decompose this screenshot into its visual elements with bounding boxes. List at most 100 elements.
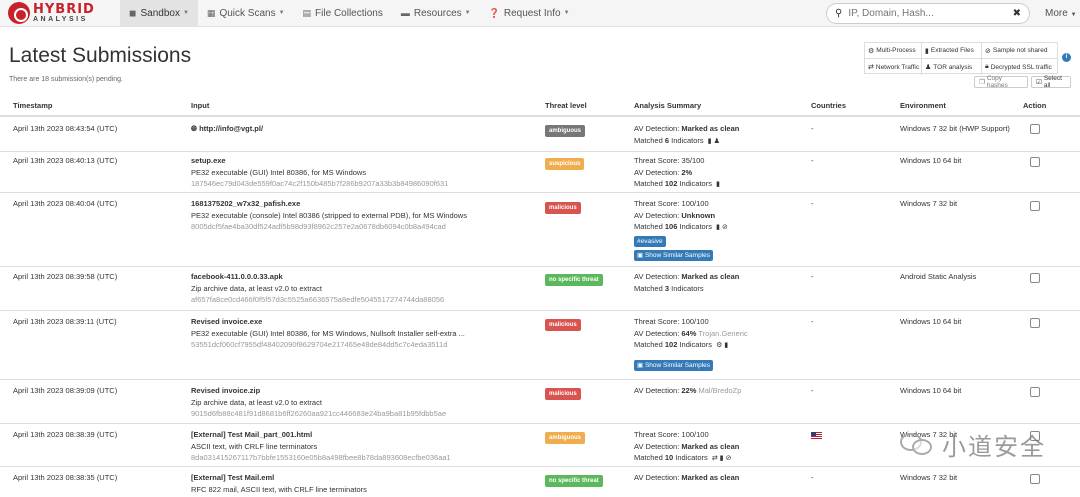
clear-icon[interactable]: ✖ bbox=[1013, 8, 1021, 19]
threat-score: Threat Score: 100/100 bbox=[634, 430, 709, 439]
row-timestamp: April 13th 2023 08:38:39 (UTC) bbox=[13, 430, 118, 439]
show-similar-label: Show Similar Samples bbox=[644, 361, 710, 369]
file-name: facebook-411.0.0.0.33.apk bbox=[191, 272, 283, 281]
row-input[interactable]: setup.exe PE32 executable (GUI) Intel 80… bbox=[191, 155, 448, 190]
summary-text: Indicators bbox=[669, 135, 704, 145]
row-input[interactable]: [External] Test Mail.eml RFC 822 mail, A… bbox=[191, 472, 367, 495]
file-description: RFC 822 mail, ASCII text, with CRLF line… bbox=[191, 484, 367, 494]
search-input[interactable] bbox=[848, 8, 999, 19]
row-environment: Android Static Analysis bbox=[900, 272, 977, 281]
summary-text: Indicators bbox=[673, 453, 708, 462]
row-input-name[interactable]: 🌐︎ http://info@vgt.pl/ bbox=[191, 123, 263, 135]
row-select-checkbox[interactable] bbox=[1030, 157, 1040, 167]
table-row: April 13th 2023 08:43:54 (UTC) 🌐︎ http:/… bbox=[0, 117, 1080, 152]
analysis-summary: AV Detection: Marked as clean bbox=[634, 472, 739, 484]
nav-quick-scans[interactable]: ▦ Quick Scans ▼ bbox=[198, 0, 294, 27]
file-hash: 53551dcf060cf7955df48402090f8629704e2174… bbox=[191, 340, 448, 349]
analysis-summary: AV Detection: 22% Mal/BredoZp bbox=[634, 385, 741, 397]
row-input[interactable]: Revised invoice.exe PE32 executable (GUI… bbox=[191, 316, 465, 351]
threat-badge: no specific threat bbox=[545, 273, 603, 286]
threat-label: malicious bbox=[545, 388, 581, 400]
analysis-summary: Threat Score: 100/100 AV Detection: 64% … bbox=[634, 316, 748, 371]
row-select-checkbox[interactable] bbox=[1030, 474, 1040, 484]
analysis-summary: AV Detection: Marked as clean Matched 6 … bbox=[634, 123, 739, 147]
exchange-icon: ⇄ bbox=[711, 455, 718, 462]
file-name: Revised invoice.exe bbox=[191, 317, 263, 326]
row-select-checkbox[interactable] bbox=[1030, 387, 1040, 397]
copy-hashes-button[interactable]: ❐ Copy hashes bbox=[974, 75, 1028, 89]
threat-badge: malicious bbox=[545, 318, 581, 331]
eye-slash-icon: ⊘ bbox=[725, 455, 732, 462]
row-url: http://info@vgt.pl/ bbox=[199, 124, 264, 133]
select-all-button[interactable]: ☑ Select all bbox=[1031, 75, 1071, 89]
nav-resources[interactable]: ▬ Resources ▼ bbox=[392, 0, 480, 27]
row-timestamp: April 13th 2023 08:39:11 (UTC) bbox=[13, 317, 117, 326]
summary-text: AV Detection: bbox=[634, 328, 682, 338]
multi-process-icon: ⚙ bbox=[716, 342, 723, 349]
logo-mark-icon bbox=[8, 2, 30, 24]
summary-text: AV Detection: bbox=[634, 124, 682, 133]
analysis-summary: Threat Score: 100/100 AV Detection: Unkn… bbox=[634, 198, 728, 261]
summary-text: AV Detection: bbox=[634, 386, 682, 395]
row-select-checkbox[interactable] bbox=[1030, 201, 1040, 211]
globe-icon: 🌐︎ bbox=[191, 124, 197, 133]
quick-scan-icon: ▦ bbox=[206, 7, 216, 18]
threat-badge: ambiguous bbox=[545, 124, 586, 137]
nav-file-collections[interactable]: ▤ File Collections bbox=[294, 0, 392, 27]
av-detection-value: 2% bbox=[681, 167, 693, 177]
caret-down-icon: ▼ bbox=[182, 10, 189, 16]
summary-text: Matched bbox=[634, 283, 665, 293]
file-description: Zip archive data, at least v2.0 to extra… bbox=[191, 283, 322, 293]
icon-legend: ⚙ Multi-Process ▮ Extracted Files ⊘ Sample … bbox=[864, 42, 1058, 75]
show-similar-samples-button[interactable]: ▣ Show Similar Samples bbox=[634, 359, 713, 371]
row-input[interactable]: [External] Test Mail_part_001.html ASCII… bbox=[191, 429, 451, 464]
col-threat-level: Threat level bbox=[545, 101, 587, 110]
threat-score: Threat Score: 35/100 bbox=[634, 156, 705, 165]
row-select-checkbox[interactable] bbox=[1030, 124, 1040, 134]
summary-text: AV Detection: bbox=[634, 441, 682, 451]
file-name: setup.exe bbox=[191, 156, 226, 165]
row-select-checkbox[interactable] bbox=[1030, 318, 1040, 328]
row-input[interactable]: facebook-411.0.0.0.33.apk Zip archive da… bbox=[191, 271, 444, 306]
question-icon: ❓ bbox=[488, 7, 500, 18]
file-icon: ▤ bbox=[302, 7, 312, 18]
more-menu[interactable]: More ▼ bbox=[1045, 8, 1077, 19]
av-detection-value: Unknown bbox=[681, 210, 716, 220]
col-input: Input bbox=[191, 101, 210, 110]
file-description: PE32 executable (GUI) Intel 80386, for M… bbox=[191, 167, 367, 177]
nav-sandbox[interactable]: ◼ Sandbox ▼ bbox=[120, 0, 198, 27]
nav-label: Resources bbox=[413, 7, 462, 19]
top-navbar: HYBRID ANALYSIS ◼ Sandbox ▼ ▦ Quick Scan… bbox=[0, 0, 1080, 27]
copy-hashes-label: Copy hashes bbox=[986, 75, 1008, 89]
file-name: [External] Test Mail_part_001.html bbox=[191, 430, 313, 439]
legend-label: Decrypted SSL traffic bbox=[990, 63, 1052, 71]
file-description: Zip archive data, at least v2.0 to extra… bbox=[191, 397, 322, 407]
row-timestamp: April 13th 2023 08:38:35 (UTC) bbox=[13, 473, 118, 482]
logo-line-1: HYBRID bbox=[33, 2, 95, 17]
av-family: Mal/BredoZp bbox=[696, 386, 742, 395]
row-environment: Windows 10 64 bit bbox=[900, 386, 962, 395]
indicator-count: 102 bbox=[664, 340, 678, 349]
row-select-checkbox[interactable] bbox=[1030, 273, 1040, 283]
wechat-icon bbox=[900, 431, 934, 457]
hybrid-analysis-logo[interactable]: HYBRID ANALYSIS bbox=[8, 2, 112, 24]
show-similar-samples-button[interactable]: ▣ Show Similar Samples bbox=[634, 249, 713, 261]
caret-down-icon: ▼ bbox=[278, 10, 285, 16]
table-row: April 13th 2023 08:40:04 (UTC) 168137520… bbox=[0, 193, 1080, 267]
summary-text: Matched bbox=[634, 453, 665, 462]
analysis-summary: Threat Score: 35/100 AV Detection: 2% Ma… bbox=[634, 155, 720, 191]
table-row: April 13th 2023 08:39:11 (UTC) Revised i… bbox=[0, 311, 1080, 380]
row-input[interactable]: 1681375202_w7x32_pafish.exe PE32 executa… bbox=[191, 198, 467, 233]
row-environment: Windows 10 64 bit bbox=[900, 317, 962, 326]
nav-request-info[interactable]: ❓ Request Info ▼ bbox=[480, 0, 579, 27]
row-input[interactable]: Revised invoice.zip Zip archive data, at… bbox=[191, 385, 446, 420]
folder-icon: ▬ bbox=[400, 8, 410, 18]
threat-label: suspicious bbox=[545, 158, 585, 170]
threat-label: no specific threat bbox=[545, 274, 603, 286]
col-environment: Environment bbox=[900, 101, 946, 110]
row-timestamp: April 13th 2023 08:39:58 (UTC) bbox=[13, 272, 118, 281]
nav-label: Sandbox bbox=[140, 7, 180, 19]
show-similar-label: Show Similar Samples bbox=[644, 251, 710, 259]
info-icon[interactable]: i bbox=[1062, 53, 1071, 62]
tag-evasive[interactable]: #evasive bbox=[634, 235, 666, 247]
